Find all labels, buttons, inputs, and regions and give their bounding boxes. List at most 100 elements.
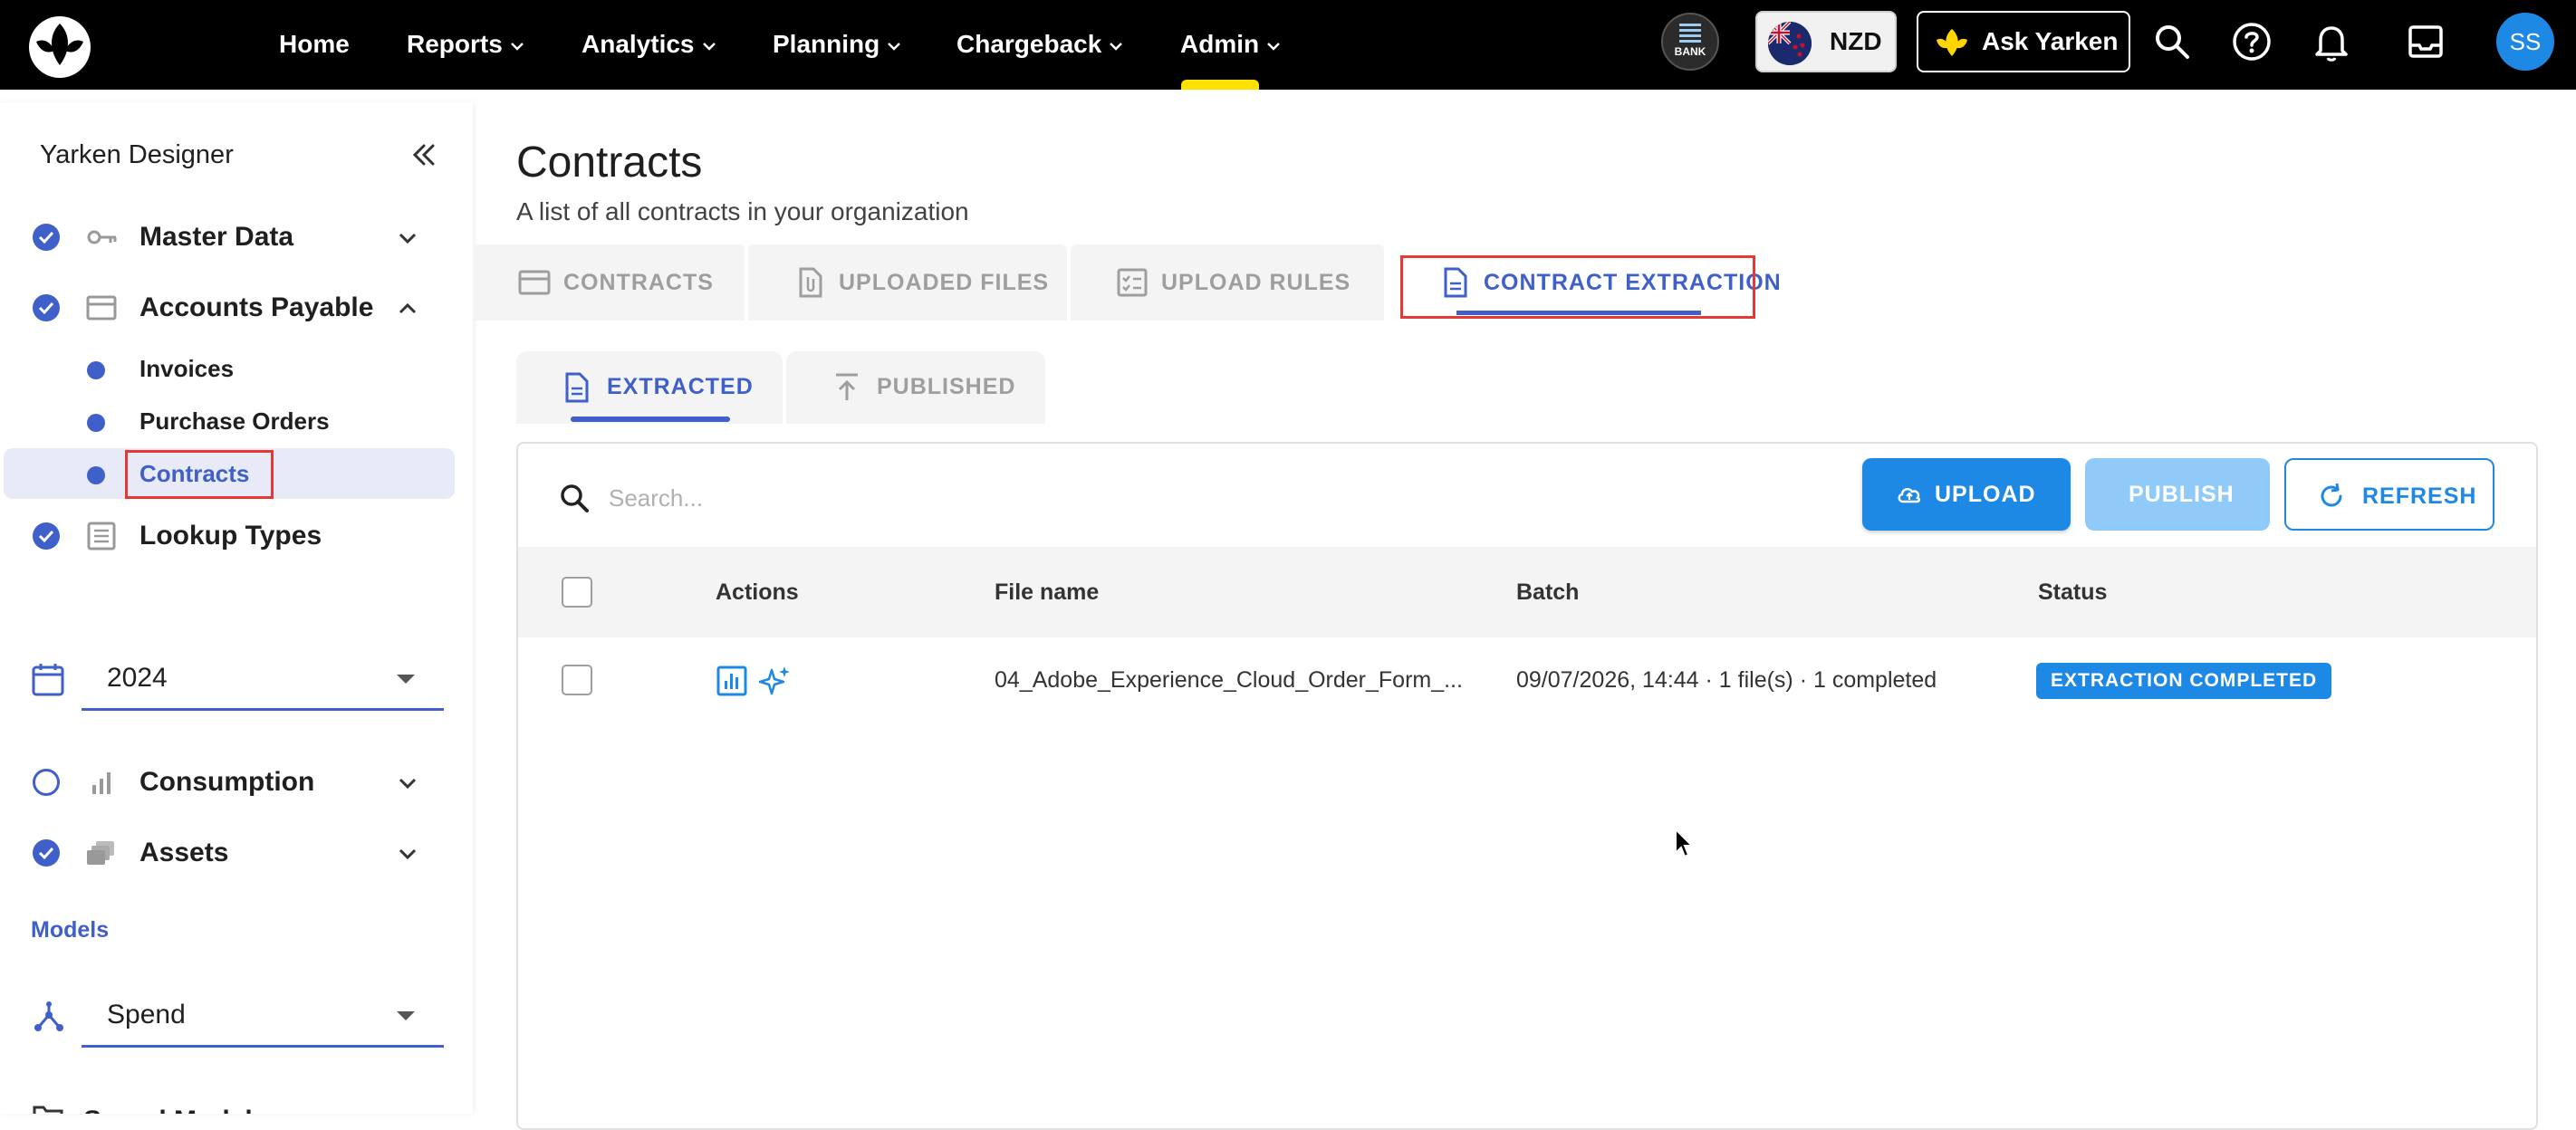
document-icon xyxy=(565,372,589,403)
bank-icon[interactable]: BANK xyxy=(1661,13,1719,71)
nav-admin[interactable]: Admin xyxy=(1180,24,1281,65)
row-checkbox[interactable] xyxy=(562,665,592,695)
file-clip-icon xyxy=(799,267,822,298)
ask-yarken-icon xyxy=(1937,29,1967,56)
sidebar-item-spend-model[interactable]: Spend Model xyxy=(0,1089,473,1114)
bullet-dot-icon xyxy=(87,361,105,379)
column-header-actions: Actions xyxy=(716,579,799,605)
tab-uploaded-files[interactable]: UPLOADED FILES xyxy=(748,244,1067,321)
refresh-icon xyxy=(2321,483,2342,507)
inbox-icon[interactable] xyxy=(2404,20,2447,63)
subtab-published[interactable]: PUBLISHED xyxy=(786,351,1045,424)
tab-upload-rules[interactable]: UPLOAD RULES xyxy=(1071,244,1384,321)
chevron-down-icon xyxy=(1110,42,1123,51)
currency-label: NZD xyxy=(1830,27,1882,55)
sidebar-subitem-label: Purchase Orders xyxy=(139,407,330,435)
active-tab-indicator xyxy=(1456,311,1701,315)
file-name-cell[interactable]: 04_Adobe_Experience_Cloud_Order_Form_... xyxy=(995,637,1463,723)
logo-icon[interactable] xyxy=(24,11,96,83)
help-icon[interactable] xyxy=(2230,20,2273,63)
search-icon[interactable] xyxy=(2150,20,2194,63)
empty-circle-icon xyxy=(33,769,60,796)
sidebar-item-label: Spend Model xyxy=(83,1093,253,1114)
sidebar-item-assets[interactable]: Assets xyxy=(0,825,473,879)
publish-button[interactable]: PUBLISH xyxy=(2085,458,2270,531)
sidebar-subitem-label: Contracts xyxy=(139,460,250,487)
publish-label: PUBLISH xyxy=(2129,482,2235,507)
select-all-checkbox[interactable] xyxy=(562,577,592,608)
folder-icon xyxy=(33,1106,63,1114)
upload-button[interactable]: UPLOAD xyxy=(1862,458,2071,531)
page-subtitle: A list of all contracts in your organiza… xyxy=(516,197,969,225)
stack-icon xyxy=(87,841,114,865)
report-icon[interactable] xyxy=(716,665,748,697)
year-select[interactable]: 2024 xyxy=(82,651,444,711)
sidebar-subitem-label: Invoices xyxy=(139,355,235,382)
page-title: Contracts xyxy=(516,139,703,187)
caret-down-icon xyxy=(397,675,415,684)
sidebar-item-purchase-orders[interactable]: Purchase Orders xyxy=(0,396,473,446)
tab-label: CONTRACTS xyxy=(563,270,714,295)
sparkle-icon[interactable] xyxy=(759,665,792,697)
status-badge: EXTRACTION COMPLETED xyxy=(2036,663,2332,699)
checklist-icon xyxy=(1117,268,1148,297)
nav-planning[interactable]: Planning xyxy=(773,24,901,65)
list-icon xyxy=(87,522,116,551)
tab-contracts[interactable]: CONTRACTS xyxy=(473,244,745,321)
sidebar-item-label: Master Data xyxy=(139,222,294,252)
publish-icon xyxy=(836,373,858,400)
caret-down-icon xyxy=(397,1011,415,1020)
subtab-label: EXTRACTED xyxy=(607,374,754,399)
ask-yarken-button[interactable]: Ask Yarken xyxy=(1917,11,2130,72)
sidebar-item-lookup-types[interactable]: Lookup Types xyxy=(0,508,473,562)
search-input[interactable] xyxy=(609,473,1152,523)
sidebar-item-master-data[interactable]: Master Data xyxy=(0,209,473,263)
search-icon xyxy=(561,484,589,512)
sidebar-item-accounts-payable[interactable]: Accounts Payable xyxy=(0,280,473,334)
sidebar-item-contracts[interactable]: Contracts xyxy=(4,448,455,499)
extraction-panel: UPLOAD PUBLISH REFRESH Actions File name… xyxy=(516,442,2538,1130)
bell-icon[interactable] xyxy=(2310,20,2353,63)
collapse-sidebar-icon[interactable] xyxy=(408,139,440,171)
model-select-value: Spend xyxy=(107,1000,186,1029)
currency-selector[interactable]: NZD xyxy=(1755,11,1897,72)
chevron-down-icon[interactable] xyxy=(395,771,420,796)
refresh-label: REFRESH xyxy=(2362,484,2477,509)
top-navbar: Home Reports Analytics Planning Chargeba… xyxy=(0,0,2576,90)
avatar[interactable]: SS xyxy=(2496,13,2554,71)
sidebar: Yarken Designer Master Data Accounts Pay… xyxy=(0,102,473,1114)
key-icon xyxy=(87,230,117,244)
sidebar-item-label: Consumption xyxy=(139,767,315,797)
cloud-upload-icon xyxy=(1898,487,1921,503)
table-header: Actions File name Batch Status xyxy=(518,547,2536,637)
ask-yarken-label: Ask Yarken xyxy=(1982,27,2119,55)
model-select[interactable]: Spend xyxy=(82,988,444,1048)
check-circle-icon xyxy=(33,839,60,867)
nav-reports[interactable]: Reports xyxy=(407,24,524,65)
chevron-up-icon[interactable] xyxy=(395,296,420,321)
models-heading: Models xyxy=(31,917,110,943)
table-row[interactable]: 04_Adobe_Experience_Cloud_Order_Form_...… xyxy=(518,637,2536,723)
check-circle-icon xyxy=(33,294,60,321)
sidebar-item-consumption[interactable]: Consumption xyxy=(0,754,473,809)
check-circle-icon xyxy=(33,522,60,550)
nav-analytics[interactable]: Analytics xyxy=(582,24,716,65)
chevron-down-icon xyxy=(510,42,524,51)
column-header-batch: Batch xyxy=(1516,579,1580,605)
model-icon xyxy=(34,1001,63,1031)
nav-home[interactable]: Home xyxy=(279,24,350,65)
subtab-extracted[interactable]: EXTRACTED xyxy=(516,351,783,424)
batch-cell: 09/07/2026, 14:44 · 1 file(s) · 1 comple… xyxy=(1516,667,1937,693)
column-header-file-name: File name xyxy=(995,579,1100,605)
refresh-button[interactable]: REFRESH xyxy=(2284,458,2494,531)
sidebar-title: Yarken Designer xyxy=(40,140,234,169)
tab-label: UPLOAD RULES xyxy=(1161,270,1351,295)
nav-chargeback[interactable]: Chargeback xyxy=(956,24,1123,65)
bank-label: BANK xyxy=(1674,45,1706,58)
chevron-down-icon[interactable] xyxy=(395,225,420,251)
bullet-dot-icon xyxy=(87,466,105,484)
bar-chart-icon xyxy=(92,772,111,794)
chevron-down-icon[interactable] xyxy=(395,841,420,867)
sidebar-item-invoices[interactable]: Invoices xyxy=(0,343,473,394)
chevron-down-icon xyxy=(1267,42,1280,51)
